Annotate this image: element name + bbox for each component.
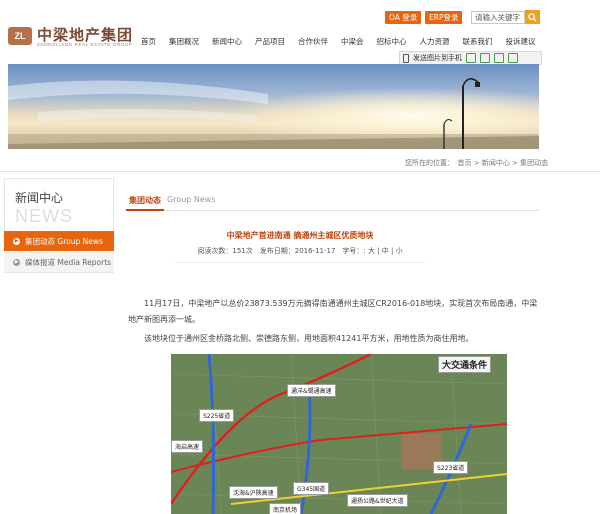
traffic-map-image: 大交通条件 通洋&锡通高速 S225省道 海启高速 S223省道 沈海&沪陕高速… (171, 354, 507, 514)
map-roads (171, 354, 507, 514)
map-label: 通洋&锡通高速 (287, 384, 336, 397)
search-icon (528, 12, 537, 22)
nav-item-bidding[interactable]: 招标中心 (377, 36, 407, 47)
map-label: 南京机场 (269, 503, 302, 514)
search-button[interactable] (525, 10, 540, 24)
map-label: S223省道 (433, 461, 469, 474)
nav-item-news[interactable]: 新闻中心 (212, 36, 242, 47)
meta-divider (175, 262, 425, 263)
settings-icon[interactable] (508, 53, 518, 63)
send-to-phone-button[interactable]: 发送图片到手机 (413, 53, 462, 63)
logo-subtext: ZHONGLIANG REAL ESTATE GROUP (37, 42, 133, 47)
nav-item-hr[interactable]: 人力资源 (420, 36, 450, 47)
logo-mark[interactable]: ZL (8, 27, 32, 45)
save-icon[interactable] (480, 53, 490, 63)
article-paragraph-1: 11月17日，中梁地产以总价23873.539万元摘得南通通州主城区CR2016… (128, 299, 538, 324)
breadcrumb[interactable]: 您所在的位置： 首页 > 新闻中心 > 集团动态 (405, 158, 548, 168)
search-input[interactable]: 请输入关键字 (471, 11, 525, 24)
map-label: 沈海&沪陕高速 (229, 486, 278, 499)
oa-login-button[interactable]: OA 登录 (385, 11, 422, 24)
article-meta: 阅读次数：151次 发布日期：2016-11-17 字号：: 大 | 中 | 小 (197, 247, 403, 255)
main-nav: 首页 集团概况 新闻中心 产品项目 合作伙伴 中梁会 招标中心 人力资源 联系我… (141, 36, 549, 47)
tab-active-indicator (126, 209, 164, 211)
hero-banner (8, 64, 539, 149)
sidebar-title-en: NEWS (15, 206, 73, 226)
divider (0, 171, 600, 172)
sidebar-item-label: 媒体报道 Media Reports (25, 257, 112, 267)
expand-icon[interactable] (466, 53, 476, 63)
map-label: S225省道 (199, 409, 235, 422)
nav-item-projects[interactable]: 产品项目 (255, 36, 285, 47)
map-label: 海启高速 (171, 440, 204, 453)
map-label: 通扬公路&世纪大道 (347, 494, 408, 507)
phone-icon (403, 53, 409, 63)
nav-item-partners[interactable]: 合作伙伴 (298, 36, 328, 47)
open-icon[interactable] (494, 53, 504, 63)
arrow-right-icon: ▶ (13, 258, 20, 266)
nav-item-about[interactable]: 集团概况 (169, 36, 199, 47)
nav-item-complaints[interactable]: 投诉建议 (506, 36, 536, 47)
share-toolbar: 发送图片到手机 (399, 51, 542, 65)
tab-group-news-en[interactable]: Group News (167, 195, 216, 204)
tab-underline (124, 210, 540, 211)
sidebar-title: 新闻中心 (15, 191, 64, 205)
article-title: 中梁地产首进南通 摘通州主城区优质地块 (226, 231, 374, 240)
map-caption: 大交通条件 (438, 356, 492, 373)
nav-item-contact[interactable]: 联系我们 (463, 36, 493, 47)
map-label: G345国道 (293, 482, 330, 495)
banner-image (8, 64, 539, 149)
nav-item-club[interactable]: 中梁会 (341, 36, 364, 47)
tab-group-news[interactable]: 集团动态 (129, 195, 161, 206)
article-paragraph-2: 该地块位于通州区金桥路北侧、崇德路东侧，用地面积41241平方米，用地性质为商住… (144, 334, 474, 343)
erp-login-button[interactable]: ERP登录 (425, 11, 463, 24)
nav-item-home[interactable]: 首页 (141, 36, 156, 47)
